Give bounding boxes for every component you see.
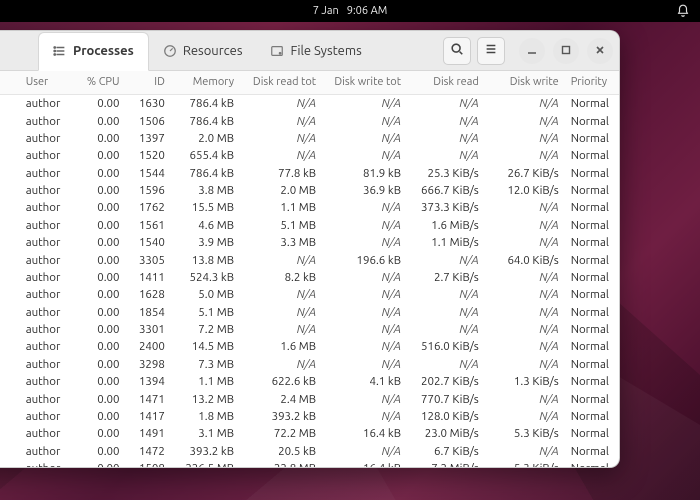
- table-row[interactable]: ssbook-factoryauthor0.0015963.8 MB2.0 MB…: [0, 182, 619, 199]
- table-row[interactable]: erauthor0.001630786.4 kBN/AN/AN/AN/ANorm…: [0, 95, 619, 113]
- view-tabs: Processes Resources File Systems: [38, 31, 376, 70]
- topbar-time: 9:06 AM: [347, 5, 388, 17]
- system-monitor-window: Processes Resources File Systems: [0, 30, 620, 468]
- table-row[interactable]: author0.00240014.5 MB1.6 MBN/A516.0 KiB/…: [0, 338, 619, 355]
- gauge-icon: [163, 44, 177, 58]
- table-row[interactable]: author0.0018545.1 MBN/AN/AN/AN/ANormal: [0, 304, 619, 321]
- table-row[interactable]: enter-search-pauthor0.0032987.3 MBN/AN/A…: [0, 356, 619, 373]
- table-row[interactable]: otifyauthor0.00176215.5 MB1.1 MBN/A373.3…: [0, 199, 619, 216]
- maximize-icon: [560, 42, 572, 60]
- window-titlebar: Processes Resources File Systems: [0, 31, 619, 71]
- search-button[interactable]: [443, 37, 471, 65]
- table-row[interactable]: esktop-daemauthor0.00147113.2 MB2.4 MBN/…: [0, 390, 619, 407]
- hamburger-icon: [484, 42, 498, 60]
- disk-icon: [270, 44, 284, 58]
- col-disk-read-total[interactable]: Disk read tot: [240, 71, 322, 95]
- table-row[interactable]: author0.001508226.5 MB22.8 MB16.4 kB7.2 …: [0, 460, 619, 467]
- table-row[interactable]: aemonauthor0.0013941.1 MB622.6 kB4.1 kB2…: [0, 373, 619, 390]
- notifications-icon[interactable]: [676, 4, 690, 18]
- window-maximize-button[interactable]: [553, 38, 579, 64]
- tab-filesystems[interactable]: File Systems: [256, 31, 375, 70]
- col-cpu[interactable]: % CPU: [72, 71, 126, 95]
- tab-processes-label: Processes: [73, 44, 134, 58]
- table-row[interactable]: registryauthor0.0015403.9 MB3.3 MBN/A1.1…: [0, 234, 619, 251]
- table-row[interactable]: sionauthor0.001411524.3 kB8.2 kBN/A2.7 K…: [0, 269, 619, 286]
- table-row[interactable]: inaryauthor0.0014913.1 MB72.2 MB16.4 kB2…: [0, 425, 619, 442]
- table-row[interactable]: inaryauthor0.0014171.8 MB393.2 kBN/A128.…: [0, 408, 619, 425]
- menu-button[interactable]: [477, 37, 505, 65]
- col-id[interactable]: ID: [126, 71, 171, 95]
- tab-resources[interactable]: Resources: [149, 31, 257, 70]
- list-icon: [53, 44, 67, 58]
- topbar-date: 7 Jan: [313, 5, 339, 17]
- close-icon: [594, 42, 606, 60]
- gnome-top-bar: 7 Jan 9:06 AM: [0, 0, 700, 22]
- search-icon: [450, 42, 464, 60]
- table-row[interactable]: -search-proviauthor0.0033017.2 MBN/AN/AN…: [0, 321, 619, 338]
- tab-processes[interactable]: Processes: [38, 32, 149, 71]
- col-memory[interactable]: Memory: [171, 71, 240, 95]
- col-disk-read[interactable]: Disk read: [407, 71, 485, 95]
- table-row[interactable]: author0.0016285.0 MBN/AN/AN/AN/ANormal: [0, 286, 619, 303]
- tab-filesystems-label: File Systems: [290, 44, 361, 58]
- col-disk-write[interactable]: Disk write: [485, 71, 565, 95]
- window-close-button[interactable]: [587, 38, 613, 64]
- table-row[interactable]: author0.0013972.0 MBN/AN/AN/AN/ANormal: [0, 130, 619, 147]
- table-row[interactable]: author0.001520655.4 kBN/AN/AN/AN/ANormal: [0, 147, 619, 164]
- table-row[interactable]: tlauthor0.001472393.2 kB20.5 kBN/A6.7 Ki…: [0, 443, 619, 460]
- process-table[interactable]: ⌄ User % CPU ID Memory Disk read tot Dis…: [0, 71, 619, 467]
- minimize-icon: [526, 42, 538, 60]
- table-header-row[interactable]: ⌄ User % CPU ID Memory Disk read tot Dis…: [0, 71, 619, 95]
- col-priority[interactable]: Priority: [565, 71, 619, 95]
- tab-resources-label: Resources: [183, 44, 243, 58]
- table-row[interactable]: author0.00330513.8 MBN/A196.6 kBN/A64.0 …: [0, 251, 619, 268]
- col-name[interactable]: ⌄: [0, 71, 20, 95]
- col-disk-write-total[interactable]: Disk write tot: [322, 71, 407, 95]
- col-user[interactable]: User: [20, 71, 72, 95]
- window-minimize-button[interactable]: [519, 38, 545, 64]
- table-row[interactable]: ar-factoryauthor0.0015614.6 MB5.1 MBN/A1…: [0, 217, 619, 234]
- table-row[interactable]: author0.001544786.4 kB77.8 kB81.9 kB25.3…: [0, 165, 619, 182]
- table-row[interactable]: author0.001506786.4 kBN/AN/AN/AN/ANormal: [0, 112, 619, 129]
